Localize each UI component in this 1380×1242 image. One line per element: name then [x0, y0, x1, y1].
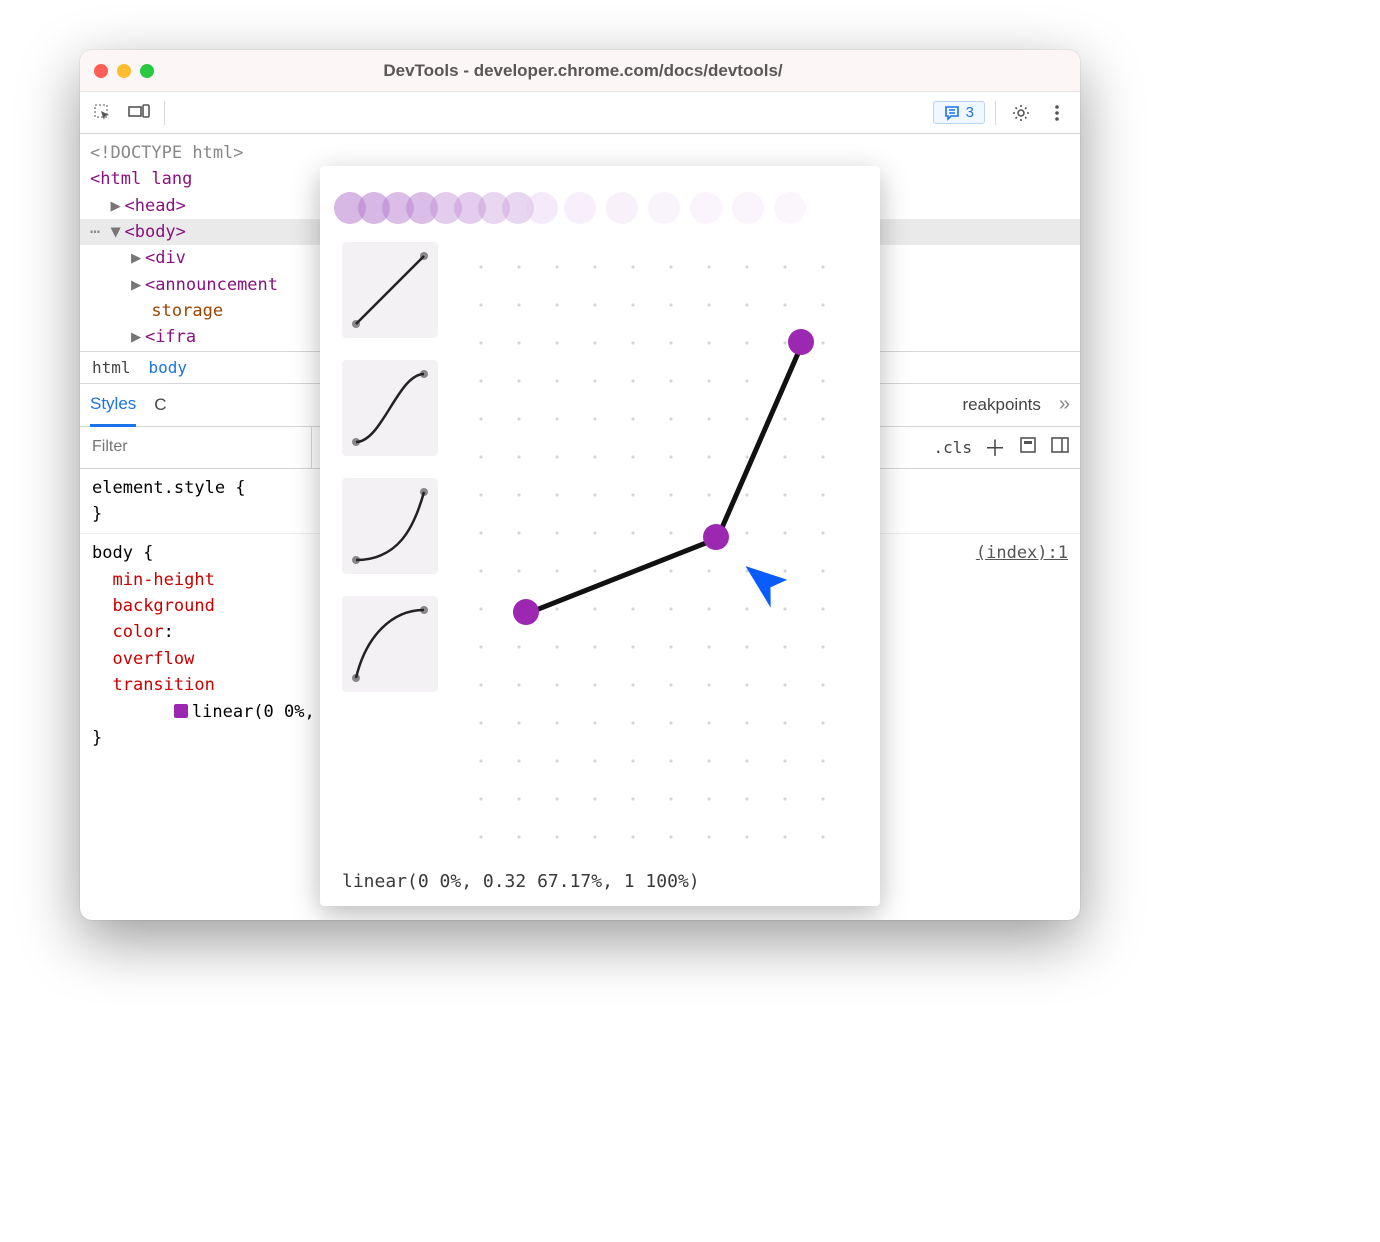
filter-input[interactable] — [80, 427, 312, 468]
preset-ease-in-out[interactable] — [342, 360, 438, 456]
curve-path — [456, 242, 858, 724]
curve-handle-end[interactable] — [788, 329, 814, 355]
new-rule-icon[interactable]: ＋ — [984, 431, 1006, 463]
breadcrumb-body[interactable]: body — [149, 358, 188, 377]
cls-toggle[interactable]: .cls — [933, 438, 972, 457]
devtools-window: DevTools - developer.chrome.com/docs/dev… — [80, 50, 1080, 920]
prop-min-height[interactable]: min-height — [112, 570, 214, 590]
preset-linear[interactable] — [342, 242, 438, 338]
window-title: DevTools - developer.chrome.com/docs/dev… — [100, 61, 1066, 81]
more-tabs-icon[interactable]: » — [1059, 393, 1070, 416]
easing-swatch-icon[interactable] — [174, 704, 188, 718]
sidebar-toggle-icon[interactable] — [1050, 435, 1070, 459]
prop-background[interactable]: background — [112, 596, 214, 616]
prop-color[interactable]: color — [112, 622, 163, 642]
divider — [164, 101, 165, 125]
inspect-icon[interactable] — [88, 98, 118, 128]
body-selector: body { — [92, 543, 153, 563]
prop-transition[interactable]: transition — [112, 675, 214, 695]
rule-source-link[interactable]: (index):1 — [976, 540, 1068, 566]
issues-button[interactable]: 3 — [933, 101, 985, 124]
doctype-node[interactable]: <!DOCTYPE html> — [90, 140, 1070, 166]
preset-list — [342, 242, 438, 861]
prop-overflow[interactable]: overflow — [112, 649, 194, 669]
tab-breakpoints[interactable]: reakpoints — [962, 395, 1040, 415]
easing-preview-track — [342, 188, 858, 228]
main-toolbar: 3 — [80, 92, 1080, 134]
curve-handle-start[interactable] — [513, 599, 539, 625]
chat-icon — [944, 105, 960, 121]
preset-ease-in[interactable] — [342, 478, 438, 574]
cursor-arrow-icon — [739, 552, 805, 618]
divider — [995, 101, 996, 125]
titlebar: DevTools - developer.chrome.com/docs/dev… — [80, 50, 1080, 92]
easing-editor-popover: linear(0 0%, 0.32 67.17%, 1 100%) — [320, 166, 880, 906]
gear-icon[interactable] — [1006, 98, 1036, 128]
computed-layout-icon[interactable] — [1018, 435, 1038, 459]
issues-count: 3 — [966, 104, 974, 121]
easing-text[interactable]: linear(0 0%, 0.32 67.17%, 1 100%) — [342, 861, 858, 892]
tab-styles[interactable]: Styles — [90, 394, 136, 427]
preset-ease-out[interactable] — [342, 596, 438, 692]
kebab-icon[interactable] — [1042, 98, 1072, 128]
breadcrumb-html[interactable]: html — [92, 358, 131, 377]
tab-computed[interactable]: C — [154, 395, 166, 415]
curve-editor[interactable] — [456, 242, 858, 861]
device-mode-icon[interactable] — [124, 98, 154, 128]
element-style-selector: element.style { — [92, 478, 246, 498]
curve-handle-mid[interactable] — [703, 524, 729, 550]
